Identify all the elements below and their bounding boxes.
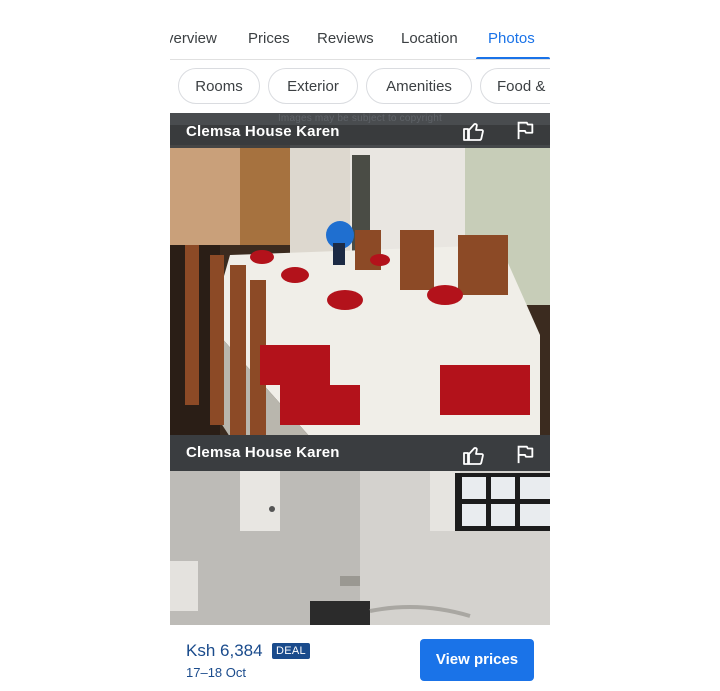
stay-dates: 17–18 Oct	[186, 665, 246, 680]
tab-photos[interactable]: Photos	[488, 30, 535, 47]
booking-bar: Ksh 6,384 DEAL 17–18 Oct View prices	[170, 625, 550, 691]
flag-icon[interactable]	[514, 443, 536, 465]
tab-location[interactable]: Location	[401, 30, 458, 47]
nightly-price: Ksh 6,384	[186, 641, 263, 660]
tab-bar: verview Prices Reviews Location Photos	[170, 20, 550, 60]
copyright-note: Images may be subject to copyright	[277, 113, 443, 124]
tab-prices[interactable]: Prices	[248, 30, 290, 47]
tab-overview[interactable]: verview	[170, 30, 217, 47]
chip-food[interactable]: Food & c	[480, 68, 550, 104]
tab-reviews[interactable]: Reviews	[317, 30, 374, 47]
chip-amenities[interactable]: Amenities	[366, 68, 472, 104]
photo-dining-room[interactable]	[170, 125, 550, 437]
tabs-divider	[170, 59, 550, 60]
thumbs-up-icon[interactable]	[462, 443, 484, 465]
photo-caption-bar-2: Clemsa House Karen	[170, 435, 550, 471]
app-frame: verview Prices Reviews Location Photos R…	[170, 0, 550, 691]
chip-exterior[interactable]: Exterior	[268, 68, 358, 104]
photo-category-chips: Rooms Exterior Amenities Food & c	[170, 68, 550, 108]
bathroom-image	[170, 471, 550, 625]
photo-title: Clemsa House Karen	[186, 123, 340, 140]
deal-badge: DEAL	[272, 643, 310, 659]
dining-room-image	[170, 125, 550, 437]
view-prices-button[interactable]: View prices	[420, 639, 534, 681]
photo-bathroom[interactable]	[170, 471, 550, 625]
chip-rooms[interactable]: Rooms	[178, 68, 260, 104]
photo-title: Clemsa House Karen	[186, 444, 340, 461]
